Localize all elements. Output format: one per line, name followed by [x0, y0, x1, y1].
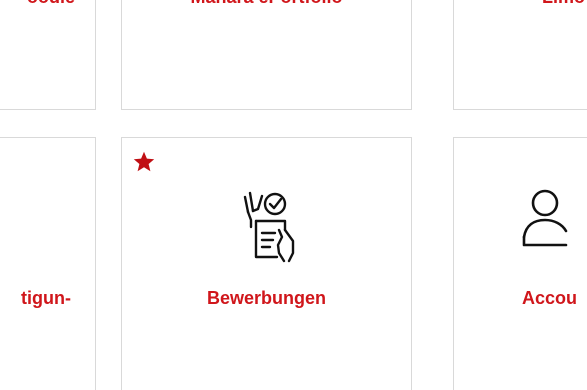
tile-label: Limo	[542, 0, 587, 8]
tile-label: Accou	[522, 288, 578, 308]
tile-bewerbungen[interactable]: Bewerbungen	[121, 137, 412, 390]
tile-label: Bewerbungen	[206, 288, 326, 308]
dashboard-tile-grid: oodle Mahara ePortfolio Limo tigun-	[0, 0, 587, 390]
tile-label: Mahara ePortfolio	[122, 0, 411, 8]
tile-label: tigun-	[21, 288, 71, 308]
tile-tigun[interactable]: tigun-	[0, 137, 96, 390]
tile-limo[interactable]: Limo	[453, 0, 587, 110]
application-form-icon	[243, 191, 294, 263]
tile-mahara-eportfolio[interactable]: Mahara ePortfolio	[121, 0, 412, 110]
user-icon	[522, 189, 568, 247]
tile-moodle[interactable]: oodle	[0, 0, 96, 110]
star-icon[interactable]	[132, 150, 156, 174]
tile-account[interactable]: Accou	[453, 137, 587, 390]
tile-label: oodle	[27, 0, 75, 8]
